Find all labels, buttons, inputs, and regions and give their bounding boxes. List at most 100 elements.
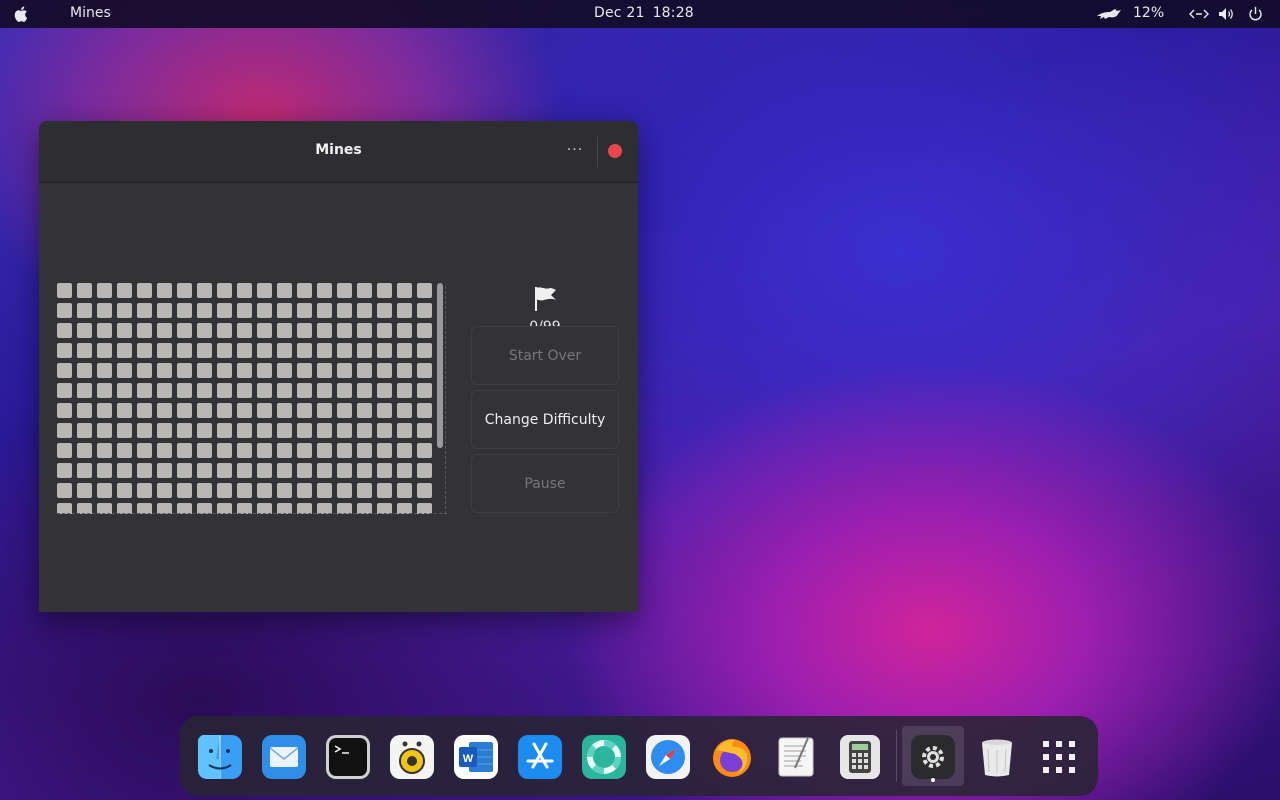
power-icon[interactable]: [1248, 6, 1263, 22]
mine-cell[interactable]: [217, 323, 232, 338]
app-store-icon[interactable]: [517, 734, 563, 780]
mine-cell[interactable]: [117, 463, 132, 478]
mine-cell[interactable]: [377, 423, 392, 438]
mine-cell[interactable]: [377, 443, 392, 458]
mine-cell[interactable]: [177, 323, 192, 338]
mine-cell[interactable]: [397, 363, 412, 378]
mine-cell[interactable]: [137, 323, 152, 338]
mine-cell[interactable]: [397, 283, 412, 298]
mine-cell[interactable]: [317, 383, 332, 398]
mine-cell[interactable]: [137, 343, 152, 358]
mine-cell[interactable]: [357, 443, 372, 458]
mine-cell[interactable]: [297, 483, 312, 498]
mine-cell[interactable]: [277, 423, 292, 438]
mine-cell[interactable]: [417, 283, 432, 298]
mine-cell[interactable]: [337, 303, 352, 318]
mine-cell[interactable]: [297, 303, 312, 318]
mine-cell[interactable]: [97, 463, 112, 478]
mine-cell[interactable]: [157, 283, 172, 298]
mine-cell[interactable]: [317, 343, 332, 358]
mine-cell[interactable]: [217, 483, 232, 498]
mine-cell[interactable]: [357, 363, 372, 378]
mine-cell[interactable]: [197, 383, 212, 398]
mine-cell[interactable]: [297, 363, 312, 378]
mine-cell[interactable]: [397, 423, 412, 438]
mine-cell[interactable]: [137, 283, 152, 298]
mine-cell[interactable]: [177, 423, 192, 438]
finder-icon[interactable]: [197, 734, 243, 780]
mine-cell[interactable]: [297, 323, 312, 338]
mine-cell[interactable]: [77, 423, 92, 438]
mine-cell[interactable]: [197, 403, 212, 418]
mine-cell[interactable]: [297, 403, 312, 418]
rhythmbox-icon[interactable]: [389, 734, 435, 780]
mine-cell[interactable]: [97, 423, 112, 438]
mine-cell[interactable]: [317, 483, 332, 498]
mine-cell[interactable]: [417, 423, 432, 438]
mine-cell[interactable]: [97, 383, 112, 398]
mine-cell[interactable]: [217, 403, 232, 418]
mine-cell[interactable]: [377, 323, 392, 338]
mine-cell[interactable]: [337, 383, 352, 398]
mine-cell[interactable]: [337, 463, 352, 478]
mine-cell[interactable]: [157, 343, 172, 358]
mine-cell[interactable]: [397, 403, 412, 418]
mine-cell[interactable]: [357, 483, 372, 498]
mine-cell[interactable]: [237, 323, 252, 338]
window-titlebar[interactable]: Mines ···: [39, 121, 638, 183]
mine-cell[interactable]: [397, 303, 412, 318]
network-icon[interactable]: [1189, 8, 1209, 20]
mine-cell[interactable]: [157, 363, 172, 378]
mine-cell[interactable]: [177, 363, 192, 378]
mine-cell[interactable]: [237, 463, 252, 478]
mine-cell[interactable]: [277, 443, 292, 458]
mine-cell[interactable]: [177, 483, 192, 498]
mine-cell[interactable]: [97, 323, 112, 338]
mine-cell[interactable]: [137, 383, 152, 398]
mine-cell[interactable]: [117, 303, 132, 318]
menu-button[interactable]: ···: [565, 142, 585, 160]
mine-cell[interactable]: [337, 323, 352, 338]
mine-cell[interactable]: [337, 483, 352, 498]
mine-cell[interactable]: [177, 403, 192, 418]
mine-cell[interactable]: [197, 283, 212, 298]
mine-cell[interactable]: [77, 283, 92, 298]
mine-cell[interactable]: [97, 363, 112, 378]
mine-cell[interactable]: [317, 443, 332, 458]
mine-cell[interactable]: [57, 303, 72, 318]
mine-cell[interactable]: [117, 343, 132, 358]
mine-cell[interactable]: [277, 303, 292, 318]
mine-cell[interactable]: [257, 283, 272, 298]
mine-cell[interactable]: [137, 363, 152, 378]
mine-cell[interactable]: [197, 303, 212, 318]
mine-cell[interactable]: [97, 483, 112, 498]
mine-cell[interactable]: [237, 423, 252, 438]
firefox-icon[interactable]: [709, 734, 755, 780]
mine-cell[interactable]: [297, 283, 312, 298]
mine-cell[interactable]: [257, 423, 272, 438]
safari-icon[interactable]: [645, 734, 691, 780]
mine-cell[interactable]: [237, 443, 252, 458]
mine-cell[interactable]: [417, 363, 432, 378]
mine-cell[interactable]: [157, 423, 172, 438]
mine-cell[interactable]: [357, 463, 372, 478]
mine-cell[interactable]: [277, 383, 292, 398]
mine-cell[interactable]: [257, 483, 272, 498]
mine-cell[interactable]: [57, 463, 72, 478]
mine-cell[interactable]: [377, 483, 392, 498]
mine-cell[interactable]: [357, 343, 372, 358]
mine-cell[interactable]: [337, 423, 352, 438]
mine-cell[interactable]: [57, 283, 72, 298]
close-button[interactable]: [608, 144, 622, 158]
mine-cell[interactable]: [77, 363, 92, 378]
mine-cell[interactable]: [57, 403, 72, 418]
mine-cell[interactable]: [97, 443, 112, 458]
mine-cell[interactable]: [317, 363, 332, 378]
battery-percent[interactable]: 12%: [1133, 5, 1164, 21]
mine-cell[interactable]: [97, 303, 112, 318]
mine-cell[interactable]: [117, 283, 132, 298]
mine-cell[interactable]: [197, 323, 212, 338]
text-editor-icon[interactable]: [773, 734, 819, 780]
mine-cell[interactable]: [257, 463, 272, 478]
mine-cell[interactable]: [97, 283, 112, 298]
